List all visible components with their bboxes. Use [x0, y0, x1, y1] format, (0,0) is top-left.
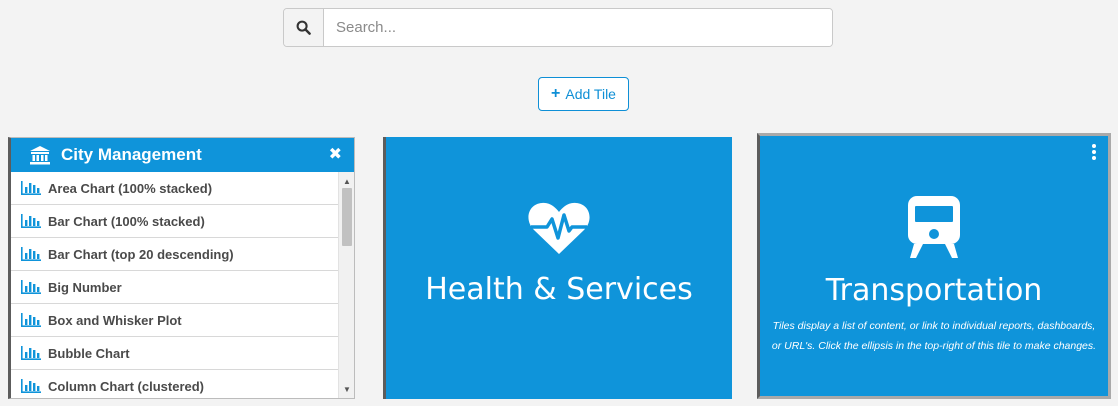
list-item[interactable]: Bar Chart (100% stacked) [11, 205, 338, 238]
add-tile-button[interactable]: + Add Tile [538, 77, 629, 111]
list-item-label: Bar Chart (100% stacked) [48, 213, 205, 229]
list-item-label: Area Chart (100% stacked) [48, 180, 213, 196]
list-item-label: Bubble Chart [48, 345, 130, 361]
list-item-label: Box and Whisker Plot [48, 312, 182, 328]
list-body: Area Chart (100% stacked) Bar Chart (100%… [11, 172, 354, 398]
bank-icon [30, 146, 50, 165]
search-icon[interactable] [284, 9, 324, 46]
tile-title: Health & Services [425, 272, 693, 307]
search-input[interactable] [324, 9, 832, 46]
train-icon [908, 196, 960, 258]
close-icon[interactable]: ✖ [329, 144, 342, 164]
health-services-tile[interactable]: Health & Services [383, 137, 732, 399]
heartbeat-icon [528, 202, 590, 254]
city-management-tile: City Management ✖ Area Chart (100% stack… [8, 137, 355, 399]
list-item-label: Column Chart (clustered) [48, 378, 205, 394]
plus-icon: + [551, 85, 561, 102]
add-tile-label: Add Tile [565, 86, 616, 102]
tile-title: City Management [61, 145, 202, 164]
list-item-label: Big Number [48, 279, 122, 295]
bar-chart-icon [21, 214, 41, 228]
scroll-up-arrow-icon[interactable]: ▲ [339, 174, 354, 188]
bar-chart-icon [21, 346, 41, 360]
search-bar [283, 8, 833, 47]
transportation-tile[interactable]: Transportation Tiles display a list of c… [757, 133, 1111, 399]
bar-chart-icon [21, 379, 41, 393]
tile-header: City Management ✖ [11, 138, 354, 172]
list-item[interactable]: Big Number [11, 271, 338, 304]
ellipsis-menu-icon[interactable] [1092, 144, 1098, 160]
list-item-label: Bar Chart (top 20 descending) [48, 246, 234, 262]
scroll-thumb[interactable] [342, 188, 352, 246]
scroll-down-arrow-icon[interactable]: ▼ [339, 382, 354, 396]
list-item[interactable]: Bar Chart (top 20 descending) [11, 238, 338, 271]
chart-list: Area Chart (100% stacked) Bar Chart (100%… [11, 172, 338, 398]
list-item[interactable]: Box and Whisker Plot [11, 304, 338, 337]
list-item[interactable]: Area Chart (100% stacked) [11, 172, 338, 205]
list-item[interactable]: Column Chart (clustered) [11, 370, 338, 398]
bar-chart-icon [21, 247, 41, 261]
tile-description: Tiles display a list of content, or link… [771, 320, 1097, 352]
list-item[interactable]: Bubble Chart [11, 337, 338, 370]
bar-chart-icon [21, 181, 41, 195]
tile-title: Transportation [825, 273, 1043, 308]
scrollbar[interactable]: ▲ ▼ [338, 172, 354, 398]
bar-chart-icon [21, 280, 41, 294]
bar-chart-icon [21, 313, 41, 327]
